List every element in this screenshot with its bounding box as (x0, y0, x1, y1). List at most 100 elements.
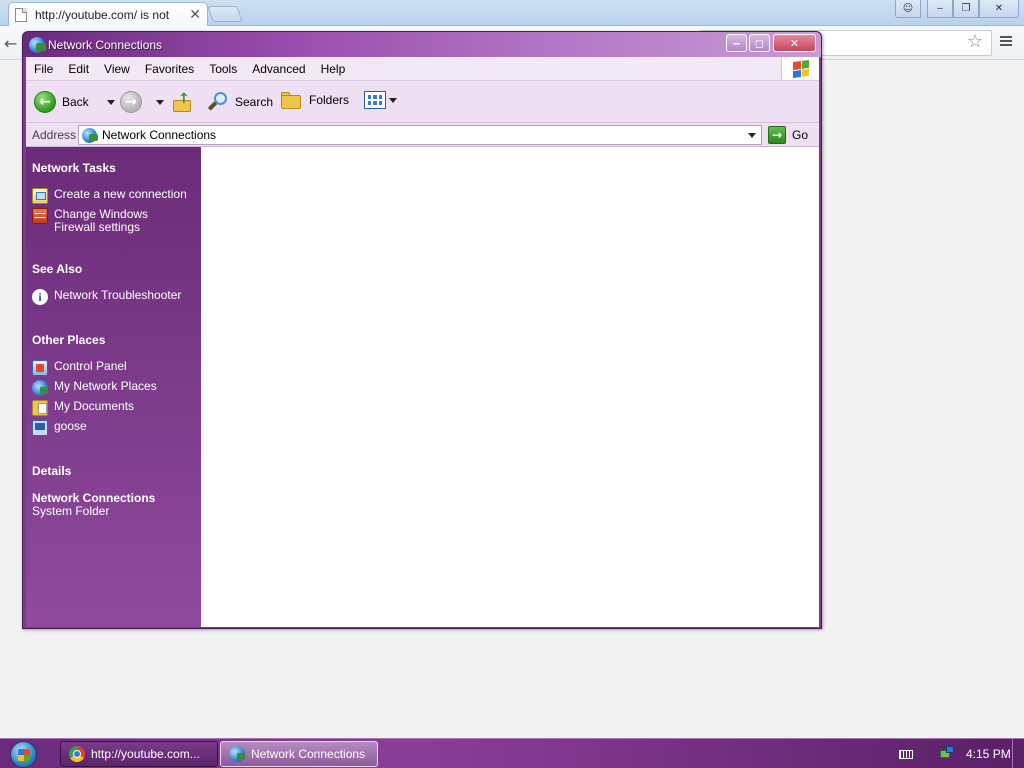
create-new-connection-label: Create a new connection (54, 187, 187, 201)
menu-help[interactable]: Help (321, 62, 346, 76)
forward-arrow-icon: → (120, 91, 142, 113)
browser-back-icon[interactable]: ← (4, 34, 17, 53)
taskbar-network-connections-button[interactable]: Network Connections (220, 741, 378, 767)
browser-tab[interactable]: http://youtube.com/ is not ✕ (8, 2, 208, 26)
chrome-icon (69, 746, 85, 762)
go-button[interactable]: → Go (768, 126, 808, 144)
browser-minimize-button[interactable]: ‒ (927, 0, 953, 18)
chevron-down-icon (156, 100, 164, 105)
address-value: Network Connections (102, 128, 217, 142)
browser-restore-button[interactable]: ❐ (953, 0, 979, 18)
my-network-places-link[interactable]: My Network Places (32, 380, 157, 396)
goose-computer-link[interactable]: goose (32, 420, 87, 436)
menu-favorites[interactable]: Favorites (145, 62, 194, 76)
views-icon (364, 91, 386, 109)
goose-label: goose (54, 419, 87, 433)
windows-logo-icon (781, 57, 819, 80)
taskbar: http://youtube.com... Network Connection… (0, 738, 1024, 768)
show-desktop-button[interactable] (1012, 739, 1024, 768)
network-connections-icon (82, 127, 98, 143)
network-tasks-heading[interactable]: Network Tasks (32, 161, 116, 175)
menu-advanced[interactable]: Advanced (252, 62, 305, 76)
back-button[interactable]: ← Back (34, 91, 89, 113)
search-button[interactable]: Search (207, 91, 273, 113)
forward-button[interactable]: → (120, 91, 142, 113)
network-places-icon (32, 380, 48, 396)
new-connection-icon (32, 188, 48, 204)
taskbar-chrome-button[interactable]: http://youtube.com... (60, 741, 218, 767)
my-documents-link[interactable]: My Documents (32, 400, 134, 416)
details-heading[interactable]: Details (32, 464, 71, 478)
start-button-icon[interactable] (10, 741, 37, 768)
other-places-heading[interactable]: Other Places (32, 333, 105, 347)
my-network-places-label: My Network Places (54, 379, 157, 393)
menu-tools[interactable]: Tools (209, 62, 237, 76)
control-panel-link[interactable]: Control Panel (32, 360, 127, 376)
minimize-button[interactable]: ‒ (726, 34, 747, 52)
back-dropdown[interactable] (101, 100, 115, 105)
menu-bar: File Edit View Favorites Tools Advanced … (26, 57, 819, 81)
maximize-button[interactable]: ◻ (749, 34, 770, 52)
folders-label: Folders (309, 93, 350, 107)
address-dropdown-icon[interactable] (748, 133, 756, 138)
views-button[interactable] (364, 91, 397, 109)
menu-edit[interactable]: Edit (68, 62, 89, 76)
new-tab-button[interactable] (207, 6, 243, 22)
search-label: Search (235, 95, 274, 109)
computer-icon (32, 420, 48, 436)
network-connections-icon (29, 37, 46, 53)
close-button[interactable]: ✕ (773, 34, 816, 52)
up-button[interactable]: ↑ (172, 91, 194, 113)
address-label: Address (32, 128, 77, 142)
go-arrow-icon: → (768, 126, 786, 144)
standard-toolbar: ← Back → ↑ Search Folders (26, 81, 819, 123)
browser-tab-title: http://youtube.com/ is not (35, 7, 170, 22)
details-subtitle: System Folder (32, 504, 110, 518)
folder-up-icon: ↑ (172, 91, 194, 113)
network-troubleshooter-link[interactable]: i Network Troubleshooter (32, 289, 181, 305)
chrome-menu-icon[interactable] (1000, 36, 1012, 48)
folders-icon (281, 91, 303, 109)
network-connections-window: Network Connections ‒ ◻ ✕ File Edit View… (22, 31, 822, 629)
forward-dropdown[interactable] (150, 100, 164, 105)
go-label: Go (792, 128, 809, 142)
keyboard-icon[interactable] (899, 750, 913, 759)
window-titlebar[interactable]: Network Connections ‒ ◻ ✕ (23, 32, 821, 57)
firewall-settings-link[interactable]: Change Windows Firewall settings (32, 208, 148, 234)
control-panel-icon (32, 360, 48, 376)
info-icon: i (32, 289, 48, 305)
chevron-down-icon (389, 97, 397, 103)
back-arrow-icon: ← (34, 91, 56, 113)
create-new-connection-link[interactable]: Create a new connection (32, 188, 187, 204)
network-troubleshooter-label: Network Troubleshooter (54, 288, 182, 302)
menu-view[interactable]: View (104, 62, 130, 76)
see-also-heading[interactable]: See Also (32, 262, 82, 276)
taskbar-chrome-label: http://youtube.com... (91, 747, 200, 761)
my-documents-label: My Documents (54, 399, 135, 413)
browser-close-button[interactable]: ✕ (979, 0, 1019, 18)
address-input[interactable]: Network Connections (78, 125, 762, 145)
menu-file[interactable]: File (34, 62, 53, 76)
address-bar: Address Network Connections → Go (26, 123, 819, 147)
firewall-label-line1: Change Windows (54, 207, 149, 221)
network-connections-icon (229, 746, 245, 762)
details-title: Network Connections (32, 491, 156, 505)
firewall-label-line2: Firewall settings (54, 220, 141, 234)
browser-tabstrip: http://youtube.com/ is not ✕ ☺ ‒ ❐ ✕ (0, 0, 1024, 26)
search-icon (207, 91, 229, 113)
task-pane: Network Tasks Create a new connection Ch… (26, 147, 201, 627)
profile-icon[interactable]: ☺ (895, 0, 921, 18)
control-panel-label: Control Panel (54, 359, 127, 373)
folders-button[interactable]: Folders (281, 91, 349, 109)
chevron-down-icon (107, 100, 115, 105)
page-icon (15, 7, 27, 22)
network-tray-icon[interactable] (940, 746, 956, 762)
back-label: Back (62, 95, 89, 109)
tab-close-icon[interactable]: ✕ (189, 6, 201, 23)
bookmark-star-icon[interactable]: ☆ (967, 31, 983, 52)
tray-clock[interactable]: 4:15 PM (966, 747, 1011, 761)
firewall-settings-label: Change Windows Firewall settings (54, 208, 148, 234)
window-title: Network Connections (48, 38, 163, 52)
firewall-icon (32, 208, 48, 224)
folder-content-area[interactable] (201, 147, 819, 627)
